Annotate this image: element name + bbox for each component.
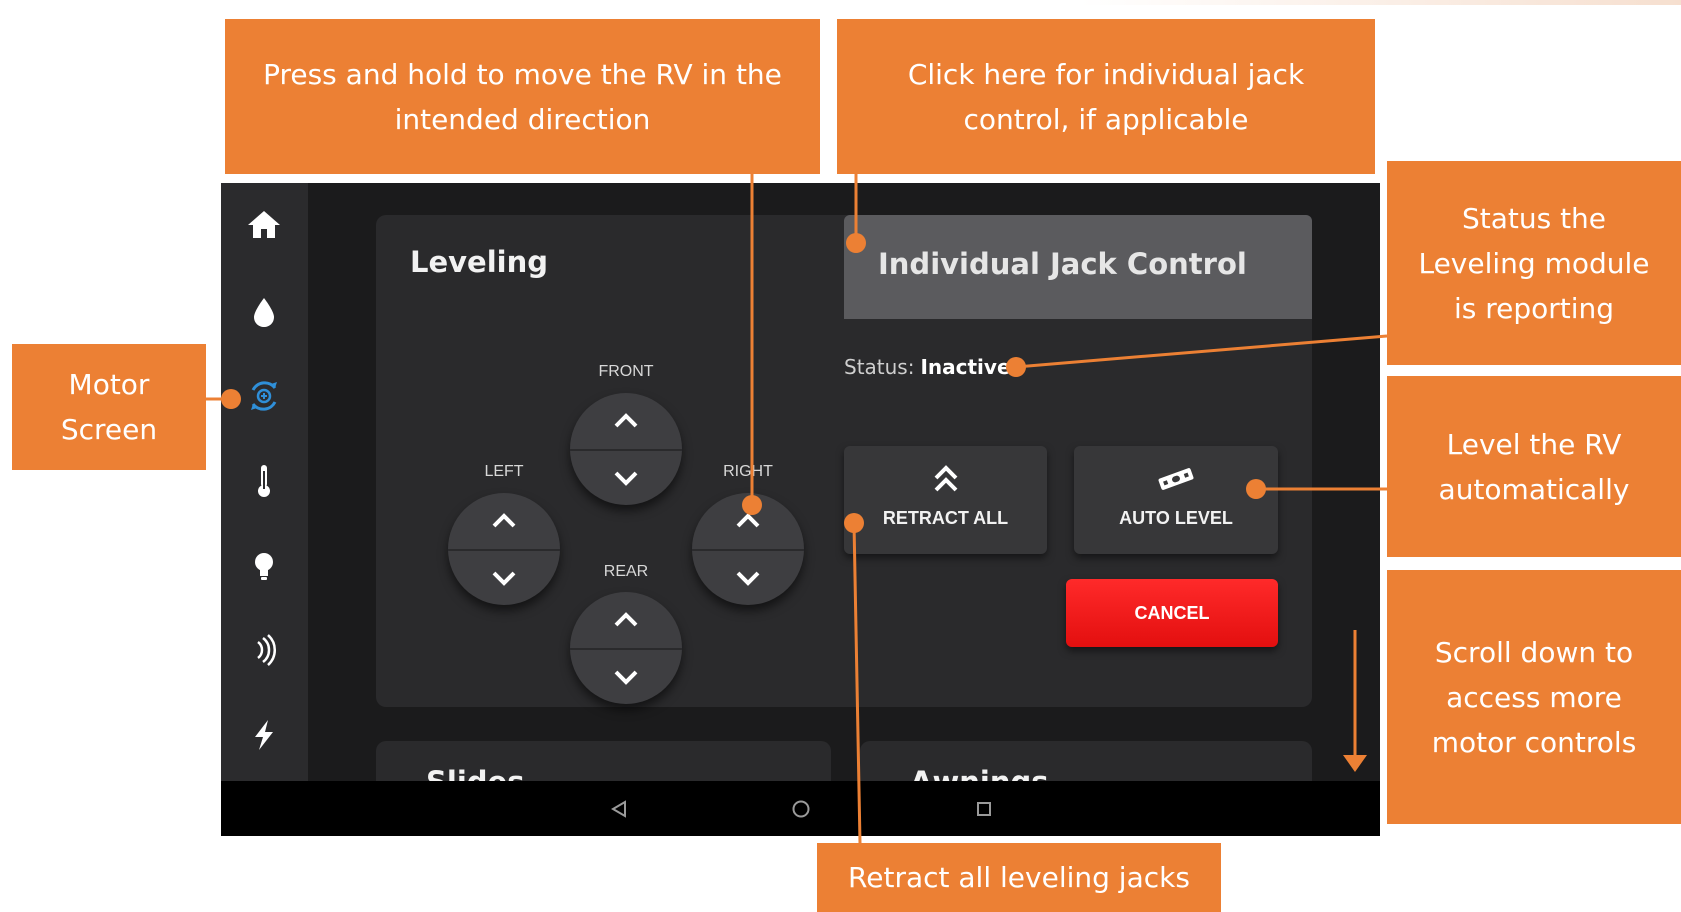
front-label: FRONT	[598, 363, 654, 380]
chevron-down-icon	[736, 571, 760, 586]
signal-icon[interactable]	[241, 627, 287, 673]
callout-motor-screen-line-1: Motor	[68, 368, 150, 401]
sidebar	[221, 183, 308, 781]
chevron-up-icon	[614, 612, 638, 627]
navigation-bar	[221, 781, 1380, 836]
callout-individual-jack: Click here for individual jack control, …	[837, 19, 1375, 174]
callout-individual-jack-line-1: Click here for individual jack	[907, 57, 1305, 91]
cancel-button[interactable]: CANCEL	[1066, 579, 1278, 647]
top-edge-fade	[1080, 0, 1681, 5]
chevron-up-icon	[492, 513, 516, 528]
chevron-up-icon	[736, 513, 760, 528]
rear-label: REAR	[603, 563, 649, 580]
home-nav-icon[interactable]	[789, 797, 813, 821]
callout-move-rv: Press and hold to move the RV in the int…	[225, 19, 820, 174]
callout-retract-all: Retract all leveling jacks	[817, 843, 1221, 912]
callout-status-line-1: Status the	[1461, 201, 1607, 235]
rear-down-button[interactable]	[570, 648, 682, 704]
rear-up-button[interactable]	[570, 592, 682, 648]
status-label: Status:	[844, 355, 915, 379]
callout-scroll-down-line-1: Scroll down to	[1434, 635, 1634, 669]
level-tool-icon	[1158, 468, 1194, 490]
thermometer-icon[interactable]	[241, 458, 287, 504]
front-up-button[interactable]	[570, 393, 682, 449]
left-label: LEFT	[484, 463, 524, 480]
callout-move-rv-line-1: Press and hold to move the RV in the	[263, 57, 782, 91]
callout-status: Status the Leveling module is reporting	[1387, 161, 1681, 365]
right-up-button[interactable]	[692, 493, 804, 549]
auto-level-button[interactable]: AUTO LEVEL	[1074, 446, 1278, 554]
status-value: Inactive	[920, 355, 1011, 379]
callout-level-rv: Level the RV automatically	[1387, 376, 1681, 557]
callout-scroll-down-line-3: motor controls	[1431, 725, 1637, 759]
leveling-title: Leveling	[410, 245, 549, 279]
callout-retract-all-line-1: Retract all leveling jacks	[848, 861, 1190, 894]
home-icon[interactable]	[241, 202, 287, 248]
motor-icon[interactable]	[241, 373, 287, 419]
recents-icon[interactable]	[972, 797, 996, 821]
individual-jack-control-button[interactable]: Individual Jack Control	[844, 215, 1312, 319]
right-label: RIGHT	[723, 463, 773, 480]
chevron-down-icon	[614, 670, 638, 685]
callout-scroll-down: Scroll down to access more motor control…	[1387, 570, 1681, 824]
left-down-button[interactable]	[448, 549, 560, 605]
callout-motor-screen-line-2: Screen	[60, 413, 158, 446]
double-chevron-up-icon	[934, 465, 957, 492]
callout-status-line-2: Leveling module	[1418, 246, 1650, 280]
device-screen: Leveling FRONT LEFT RIGHT REAR Individua…	[221, 183, 1380, 836]
retract-all-button[interactable]: RETRACT ALL	[844, 446, 1047, 554]
auto-level-label: AUTO LEVEL	[1119, 508, 1233, 528]
back-icon[interactable]	[607, 797, 631, 821]
callout-level-rv-line-2: automatically	[1438, 472, 1630, 506]
lightning-icon[interactable]	[241, 712, 287, 758]
retract-all-label: RETRACT ALL	[882, 508, 1009, 528]
right-down-button[interactable]	[692, 549, 804, 605]
chevron-up-icon	[614, 413, 638, 428]
callout-level-rv-line-1: Level the RV	[1446, 427, 1622, 461]
front-down-button[interactable]	[570, 449, 682, 505]
status-text: Status: Inactive	[844, 355, 1011, 379]
rear-control	[570, 592, 682, 704]
water-drop-icon[interactable]	[241, 289, 287, 335]
callout-status-line-3: is reporting	[1453, 291, 1615, 325]
light-bulb-icon[interactable]	[241, 543, 287, 589]
callout-individual-jack-line-2: control, if applicable	[963, 102, 1249, 136]
left-up-button[interactable]	[448, 493, 560, 549]
callout-move-rv-line-2: intended direction	[394, 102, 651, 136]
callout-motor-screen: Motor Screen	[12, 344, 206, 470]
callout-scroll-down-line-2: access more	[1446, 680, 1622, 714]
individual-jack-control-label: Individual Jack Control	[878, 247, 1247, 281]
front-control	[570, 393, 682, 505]
right-control	[692, 493, 804, 605]
chevron-down-icon	[614, 471, 638, 486]
left-control	[448, 493, 560, 605]
chevron-down-icon	[492, 571, 516, 586]
